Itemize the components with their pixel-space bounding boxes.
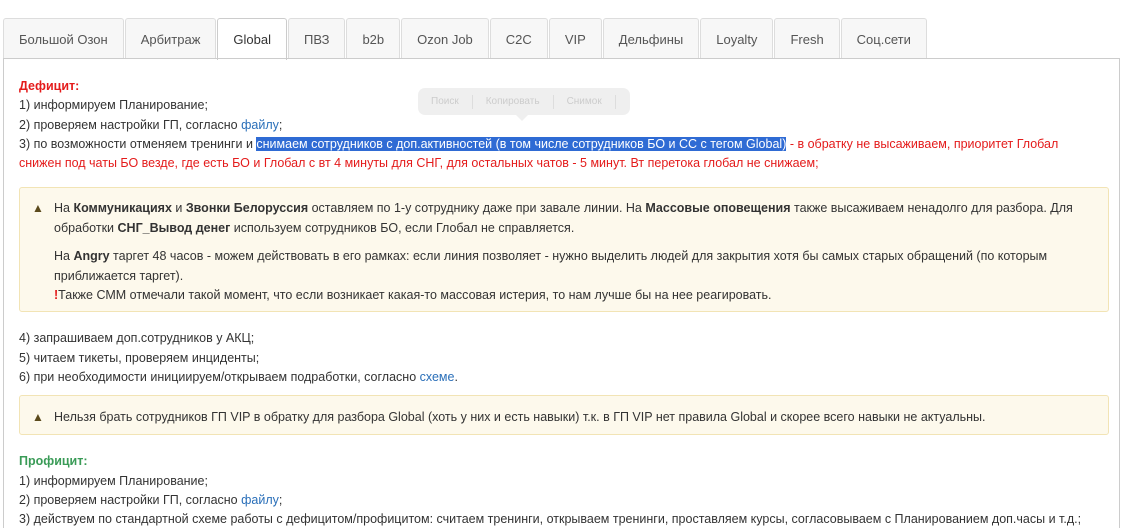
tab-loyalty[interactable]: Loyalty: [700, 18, 774, 59]
tab-pvz[interactable]: ПВЗ: [288, 18, 346, 59]
toolbar-caret: [516, 115, 528, 121]
tab-socseti[interactable]: Соц.сети: [840, 18, 927, 59]
warning-icon: ▲: [32, 410, 44, 425]
alert-text: На Коммуникациях и Звонки Белоруссия ост…: [54, 199, 1073, 306]
deficit-item-2: 2) проверяем настройки ГП, согласно файл…: [19, 117, 283, 132]
profit-item-1: 1) информируем Планирование;: [19, 473, 208, 488]
warning-alert-vip: ▲ Нельзя брать сотрудников ГП VIP в обра…: [19, 395, 1109, 436]
profit-heading: Профицит:: [19, 454, 88, 469]
deficit-more-list: 4) запрашиваем доп.сотрудников у АКЦ; 5)…: [19, 329, 1105, 387]
warning-alert-communications: ▲ На Коммуникациях и Звонки Белоруссия о…: [19, 187, 1109, 313]
deficit-item-6: 6) при необходимости инициируем/открывае…: [19, 370, 458, 385]
alert-vip-text: Нельзя брать сотрудников ГП VIP в обратк…: [54, 410, 986, 425]
tab-bar: Большой Озон Арбитраж Global ПВЗ b2b Ozo…: [3, 18, 1119, 60]
tab-content-panel: Дефицит: 1) информируем Планирование; 2)…: [3, 58, 1120, 528]
tab-vip[interactable]: VIP: [548, 18, 602, 59]
profit-item-2: 2) проверяем настройки ГП, согласно файл…: [19, 492, 283, 507]
tab-c2c[interactable]: C2C: [489, 18, 548, 59]
profit-section: Профицит: 1) информируем Планирование; 2…: [19, 452, 1105, 529]
file-link[interactable]: файлу: [241, 118, 279, 132]
selected-text[interactable]: снимаем сотрудников с доп.активностей (в…: [256, 136, 787, 151]
alert-paragraph-2: На Angry таргет 48 часов - можем действо…: [54, 249, 1048, 303]
tab-fresh[interactable]: Fresh: [774, 18, 840, 59]
tab-b2b[interactable]: b2b: [346, 18, 401, 59]
search-button[interactable]: Поиск: [418, 94, 473, 109]
tab-delfiny[interactable]: Дельфины: [602, 18, 700, 59]
warning-icon: ▲: [32, 201, 44, 216]
tab-bolshoy-ozon[interactable]: Большой Озон: [3, 18, 124, 59]
selection-toolbar: Поиск Копировать Снимок: [418, 88, 630, 121]
tab-arbitrazh[interactable]: Арбитраж: [124, 18, 217, 59]
deficit-item-5: 5) читаем тикеты, проверяем инциденты;: [19, 350, 260, 365]
scheme-link[interactable]: схеме: [420, 370, 455, 384]
deficit-item-3-continued: снижен под чаты БО везде, где есть БО и …: [19, 156, 819, 171]
alert-paragraph-1: На Коммуникациях и Звонки Белоруссия ост…: [54, 201, 1073, 235]
deficit-item-3: 3) по возможности отменяем тренинги и сн…: [19, 136, 1059, 151]
deficit-item-4: 4) запрашиваем доп.сотрудников у АКЦ;: [19, 331, 255, 346]
copy-button[interactable]: Копировать: [473, 94, 554, 109]
file-link[interactable]: файлу: [241, 493, 279, 507]
profit-item-3: 3) действуем по стандартной схеме работы…: [19, 512, 1082, 527]
tab-ozon-job[interactable]: Ozon Job: [401, 18, 489, 59]
tab-global[interactable]: Global: [217, 18, 287, 60]
snapshot-button[interactable]: Снимок: [554, 94, 616, 109]
